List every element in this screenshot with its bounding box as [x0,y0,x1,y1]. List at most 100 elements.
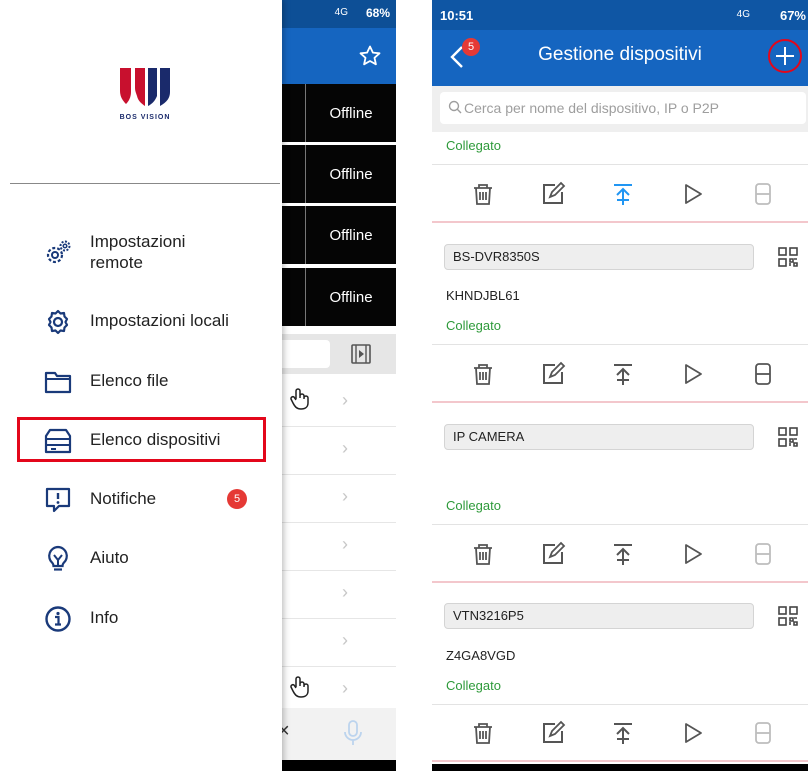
chevron-right-icon[interactable]: › [342,486,348,507]
trash-icon[interactable] [470,720,496,746]
device-name-field[interactable]: BS-DVR8350S [444,244,754,270]
channel-row[interactable]: Offline [282,206,396,264]
chevron-right-icon[interactable]: › [342,534,348,555]
channel-status: Offline [305,206,396,264]
notification-icon [45,487,71,513]
channel-status: Offline [305,145,396,203]
search-placeholder: Cerca per nome del dispositivo, IP o P2P [464,100,719,116]
play-icon[interactable] [680,361,706,387]
highlight-box [17,417,266,462]
remote-settings-icon [46,240,71,264]
trash-icon[interactable] [470,181,496,207]
trash-icon[interactable] [470,361,496,387]
filter-bar [282,334,396,374]
left-phone-screen: 68% 4G Offline Offline Offline Offline ›… [0,0,396,771]
help-bulb-icon [48,545,68,571]
play-icon[interactable] [680,541,706,567]
menu-item-local-settings[interactable]: Impostazioni locali [0,296,282,346]
battery-level: 68% [365,6,390,20]
menu-item-file-list[interactable]: Elenco file [0,356,282,406]
logo-text: BOS VISION [119,114,171,121]
drawer-divider [10,183,280,184]
trash-icon[interactable] [470,541,496,567]
upload-top-icon[interactable] [610,181,636,207]
menu-label: Impostazioni locali [90,311,229,330]
device-status: Collegato [446,318,501,333]
storage-icon[interactable] [750,181,776,207]
network-indicator: 4G [334,7,348,18]
edit-icon[interactable] [540,361,566,387]
status-time: 10:50 [12,7,43,21]
network-indicator: 4G [736,9,750,20]
qr-code-icon[interactable] [778,247,798,267]
app-header: 5 Gestione dispositivi [432,30,808,86]
menu-label: Aiuto [90,548,129,567]
menu-item-remote-settings[interactable]: Impostazioni remote [0,223,282,283]
upload-top-icon[interactable] [610,720,636,746]
status-bar: 68% 4G [282,0,396,28]
menu-item-info[interactable]: Info [0,593,282,643]
status-bar: 10:51 67% 4G [432,0,808,30]
chevron-right-icon[interactable]: › [342,678,348,699]
channel-row[interactable]: Offline [282,84,396,142]
upload-top-icon[interactable] [610,541,636,567]
battery-level: 67% [779,8,806,23]
bottom-input-bar: × [278,708,396,760]
device-serial: Z4GA8VGD [446,648,516,663]
filter-input[interactable] [282,340,330,368]
chevron-right-icon[interactable]: › [342,390,348,411]
chevron-right-icon[interactable]: › [342,438,348,459]
folder-icon [44,371,72,394]
menu-item-help[interactable]: Aiuto [0,533,282,583]
search-input[interactable]: Cerca per nome del dispositivo, IP o P2P [440,92,806,124]
device-serial: KHNDJBL61 [446,288,520,303]
edit-icon[interactable] [540,541,566,567]
storage-icon[interactable] [750,541,776,567]
channel-row[interactable]: Offline [282,145,396,203]
play-icon[interactable] [680,181,706,207]
menu-label: Notifiche [90,489,157,508]
playback-icon[interactable] [350,343,372,365]
device-status: Collegato [446,678,501,693]
storage-icon[interactable] [750,720,776,746]
navigation-drawer: 10:50 BOS VISION Impostazioni remote Imp… [0,0,282,771]
device-status: Collegato [446,498,501,513]
channel-status: Offline [305,84,396,142]
page-title: Gestione dispositivi [538,44,702,65]
chevron-right-icon[interactable]: › [342,630,348,651]
upload-top-icon[interactable] [610,361,636,387]
bosvision-logo: BOS VISION [114,64,176,126]
device-status: Collegato [446,138,501,153]
qr-code-icon[interactable] [778,606,798,626]
qr-code-icon[interactable] [778,427,798,447]
microphone-icon[interactable] [342,718,364,748]
device-name-field[interactable]: VTN3216P5 [444,603,754,629]
device-name-field[interactable]: IP CAMERA [444,424,754,450]
system-nav-bar [432,764,808,771]
menu-label: Elenco file [90,371,169,390]
gear-icon [47,309,69,335]
app-header [282,28,396,84]
menu-label: Impostazioni remote [90,232,186,272]
hand-pointer-icon [290,388,309,410]
status-time: 10:51 [440,8,474,23]
menu-item-notifications[interactable]: Notifiche 5 [0,474,282,524]
channel-status: Offline [305,268,396,326]
drawer-status-bar: 10:50 [0,0,282,28]
hand-pointer-icon [290,676,309,698]
add-device-button[interactable] [768,39,802,73]
channel-row[interactable]: Offline [282,268,396,326]
edit-icon[interactable] [540,720,566,746]
search-bar: Cerca per nome del dispositivo, IP o P2P [432,86,808,132]
play-icon[interactable] [680,720,706,746]
notification-badge: 5 [227,489,247,509]
chevron-right-icon[interactable]: › [342,582,348,603]
right-phone-screen: 10:51 67% 4G 5 Gestione dispositivi Cerc… [432,0,808,771]
plus-icon [776,47,794,65]
search-icon [448,100,462,114]
edit-icon[interactable] [540,181,566,207]
storage-icon[interactable] [750,361,776,387]
info-icon [45,606,71,632]
star-icon[interactable] [358,44,382,68]
menu-label: Info [90,608,119,627]
